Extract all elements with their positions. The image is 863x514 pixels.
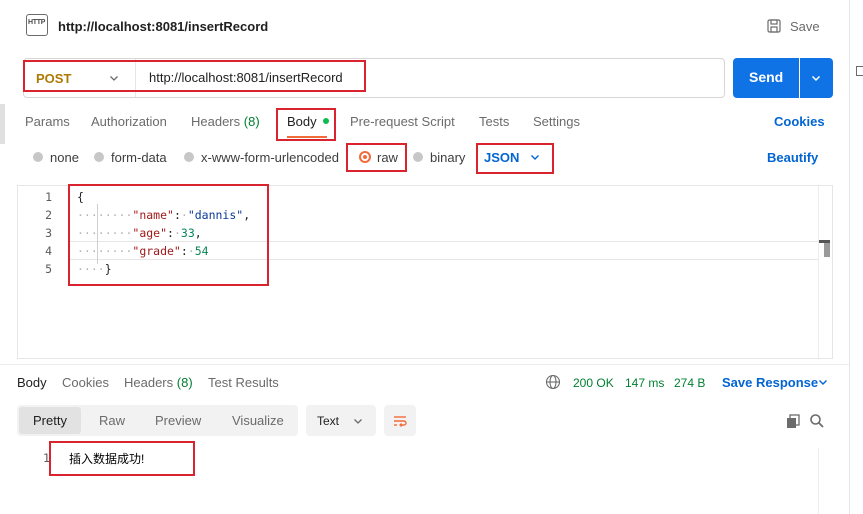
tab-body[interactable]: Body [287,114,330,129]
response-content: 插入数据成功! [69,452,145,466]
chevron-down-icon [529,151,541,166]
wrap-lines-button[interactable] [384,405,416,436]
json-colon: : [180,244,188,258]
tab-settings[interactable]: Settings [533,114,580,129]
body-active-dot [323,118,330,124]
method-divider [135,59,136,97]
json-value: 33 [180,226,195,240]
tab-tests[interactable]: Tests [479,114,509,129]
code-line-5: ····} [77,262,112,276]
radio-raw-label: raw [377,150,398,165]
copy-icon[interactable] [785,413,801,432]
status-code[interactable]: 200 OK [573,376,614,390]
json-colon: : [167,226,174,240]
chevron-down-icon [108,72,120,87]
save-response-button[interactable]: Save Response [722,374,832,392]
response-divider [0,364,849,365]
chevron-down-icon [352,415,364,430]
json-colon: : [173,208,181,222]
json-value: "dannis" [187,208,244,222]
response-line-number: 1 [43,451,50,465]
radio-urlencoded-label: x-www-form-urlencoded [201,150,339,165]
response-time[interactable]: 147 ms [625,376,664,390]
editor-scroll-thumb[interactable] [824,243,830,257]
code-line-3: ········"age":·33, [77,226,202,240]
response-tab-test-results[interactable]: Test Results [208,375,279,390]
view-mode-pretty[interactable]: Pretty [19,407,81,434]
search-icon[interactable] [809,413,825,432]
send-options-button[interactable] [800,58,833,98]
left-scroll-indicator [0,104,5,144]
radio-none[interactable] [33,152,43,162]
url-bar [23,58,725,98]
editor-scrollbar[interactable] [818,186,832,358]
code-line-1: { [77,190,84,204]
http-icon-text: HTTP [28,19,46,26]
response-size[interactable]: 274 B [674,376,705,390]
tab-pre-request-script[interactable]: Pre-request Script [350,114,455,129]
view-mode-pretty-label: Pretty [33,413,67,428]
json-trail: , [194,226,202,240]
right-edge-divider [849,0,850,514]
line-number: 3 [45,226,52,240]
code-line-4: ········"grade":·54 [77,244,209,258]
response-headers-label: Headers [124,375,174,390]
response-format-select[interactable]: Text [306,405,376,436]
radio-form-data[interactable] [94,152,104,162]
beautify-link[interactable]: Beautify [767,150,818,165]
tab-params[interactable]: Params [25,114,70,129]
radio-binary-label: binary [430,150,466,165]
response-tab-cookies[interactable]: Cookies [62,375,109,390]
cookies-link[interactable]: Cookies [774,114,825,129]
chevron-down-icon [810,72,822,87]
send-label: Send [749,69,784,85]
response-scrollbar[interactable] [818,448,834,514]
line-number: 5 [45,262,52,276]
send-button[interactable]: Send [733,58,799,98]
tab-headers[interactable]: Headers (8) [191,114,260,129]
json-trail: , [243,208,251,222]
save-icon [766,18,782,37]
radio-urlencoded[interactable] [184,152,194,162]
json-key: "name" [132,208,174,222]
response-format-label: Text [317,414,340,428]
save-response-label: Save Response [722,375,819,390]
json-value: 54 [194,244,209,258]
code-line-2: ········"name":·"dannis", [77,208,251,222]
response-tab-headers[interactable]: Headers (8) [124,375,193,390]
tab-body-underline [287,136,327,138]
format-select[interactable]: JSON [484,148,544,166]
radio-form-data-label: form-data [111,150,167,165]
response-tab-body[interactable]: Body [17,375,47,390]
view-mode-preview[interactable]: Preview [155,413,201,428]
format-label: JSON [484,150,520,165]
view-mode-raw[interactable]: Raw [99,413,125,428]
json-key: "age" [132,226,168,240]
url-input[interactable]: http://localhost:8081/insertRecord [149,70,343,85]
line-number: 1 [45,190,52,204]
close-brace: } [104,262,112,276]
view-mode-visualize[interactable]: Visualize [232,413,284,428]
globe-icon[interactable] [545,374,561,393]
chevron-down-icon [817,376,829,391]
http-request-icon: HTTP [26,14,48,36]
save-label: Save [790,19,820,34]
tab-headers-count: (8) [243,114,260,129]
radio-raw[interactable] [359,151,371,163]
request-title[interactable]: http://localhost:8081/insertRecord [58,19,268,34]
method-select[interactable]: POST [36,70,126,88]
tab-body-label: Body [287,114,317,129]
response-headers-count: (8) [176,375,193,390]
radio-binary[interactable] [413,152,423,162]
tab-authorization[interactable]: Authorization [91,114,167,129]
tab-headers-label: Headers [191,114,241,129]
right-panel-icon[interactable] [856,66,863,76]
json-key: "grade" [132,244,181,258]
radio-none-label: none [50,150,79,165]
wrap-lines-icon [392,413,408,432]
method-label: POST [36,71,72,86]
line-number: 4 [45,244,52,258]
open-brace: { [77,190,84,204]
line-number: 2 [45,208,52,222]
